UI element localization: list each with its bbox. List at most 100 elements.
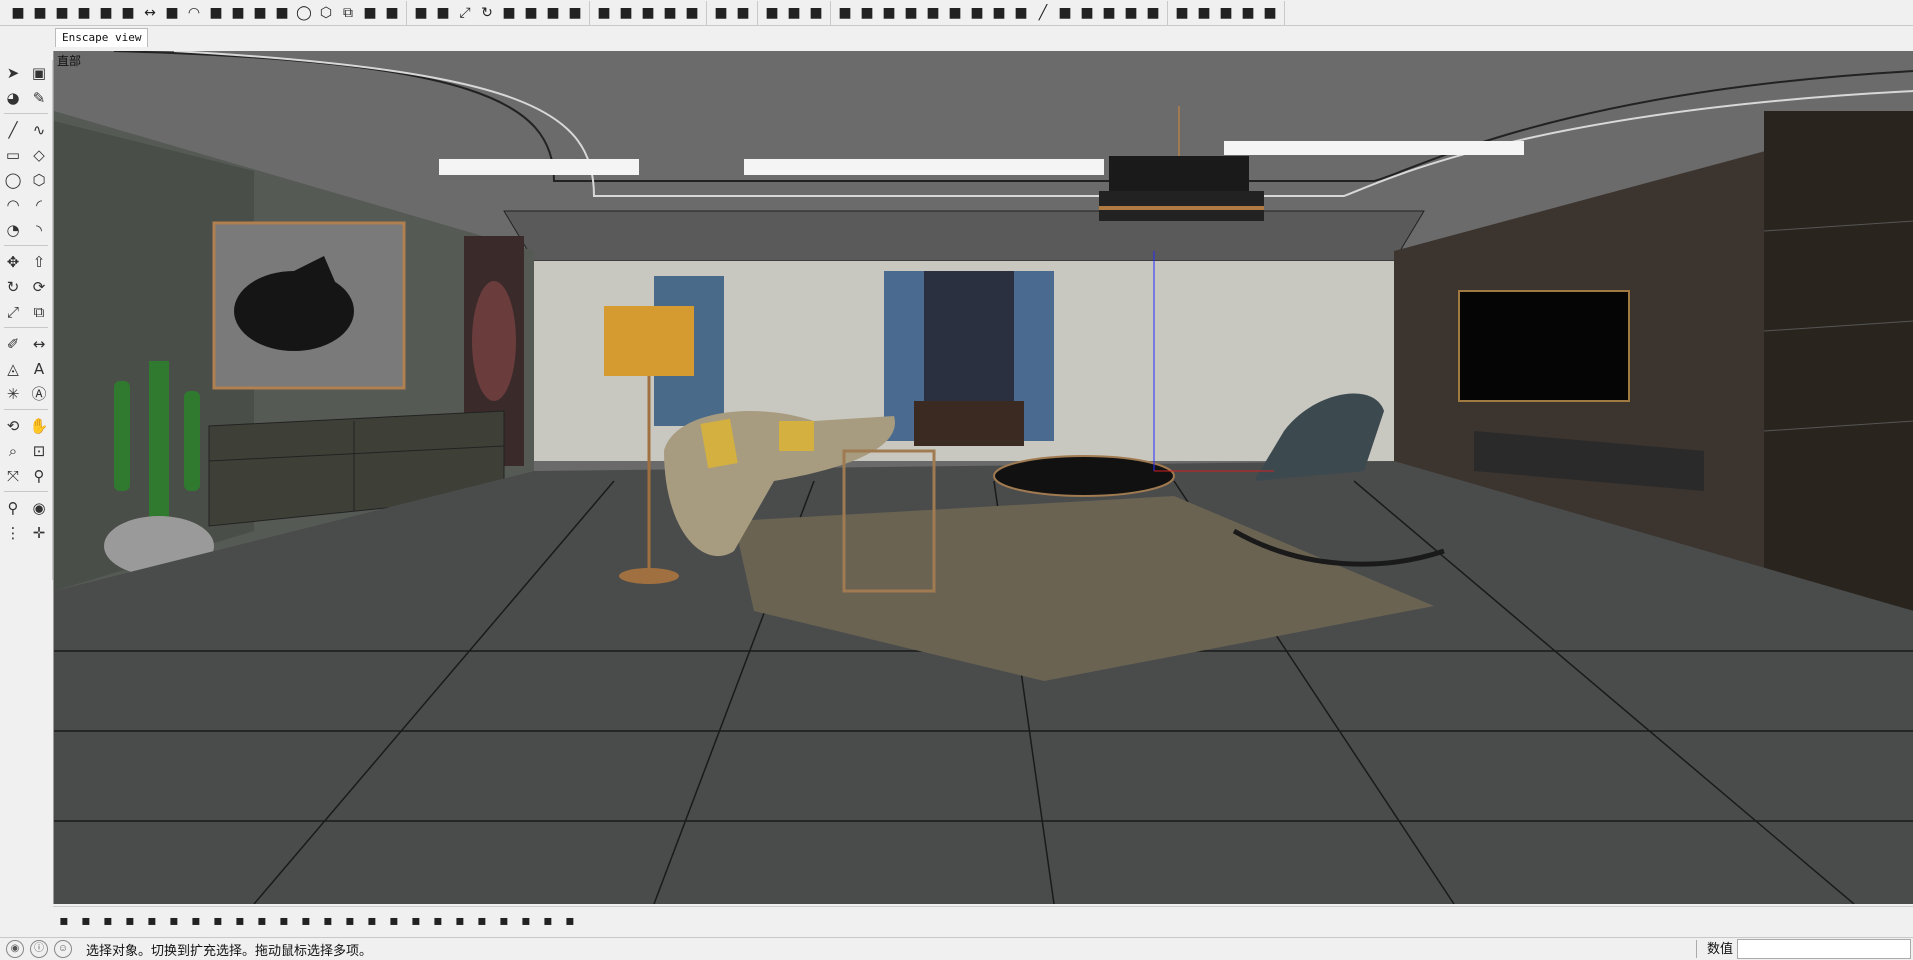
list-icon[interactable]: ▪ (318, 911, 338, 931)
expand-icon[interactable]: ■ (1172, 3, 1192, 23)
eraser-icon[interactable]: ✎ (28, 87, 50, 109)
grid-icon[interactable]: ■ (382, 3, 402, 23)
curve-icon[interactable]: ■ (52, 3, 72, 23)
layers-icon[interactable]: ■ (8, 3, 28, 23)
offset-icon[interactable]: ⧉ (28, 301, 50, 323)
arc-icon[interactable]: ◠ (184, 3, 204, 23)
geo-location-icon[interactable]: ◉ (6, 940, 24, 958)
shape-icon[interactable]: ■ (360, 3, 380, 23)
dimension-icon[interactable]: ↔ (28, 333, 50, 355)
table-icon[interactable]: ■ (30, 3, 50, 23)
3dtext-icon[interactable]: Ⓐ (28, 383, 50, 405)
page-icon[interactable]: ■ (638, 3, 658, 23)
settings-icon[interactable]: ▪ (186, 911, 206, 931)
plugin-icon[interactable]: ■ (96, 3, 116, 23)
move-icon[interactable]: ✥ (2, 251, 24, 273)
pie-icon[interactable]: ◔ (2, 219, 24, 241)
push-icon[interactable]: ■ (411, 3, 431, 23)
triangle-icon[interactable]: ■ (594, 3, 614, 23)
connect-icon[interactable]: ■ (806, 3, 826, 23)
views-icon[interactable]: ▪ (362, 911, 382, 931)
pushpull-icon[interactable]: ⇧ (28, 251, 50, 273)
render-start-icon[interactable]: ▪ (54, 911, 74, 931)
leafs-icon[interactable]: ■ (1238, 3, 1258, 23)
cluster-icon[interactable]: ■ (1055, 3, 1075, 23)
panel2-icon[interactable]: ▪ (538, 911, 558, 931)
panel-icon[interactable]: ▪ (516, 911, 536, 931)
paint-icon[interactable]: ◕ (2, 87, 24, 109)
arc3-icon[interactable]: ◝ (28, 219, 50, 241)
sliders-icon[interactable]: ▪ (252, 911, 272, 931)
arc2-icon[interactable]: ◜ (28, 194, 50, 216)
text-icon[interactable]: A (28, 358, 50, 380)
axes-icon[interactable]: ✳ (2, 383, 24, 405)
shield-gold-icon[interactable]: ▪ (208, 911, 228, 931)
search-icon[interactable]: ⚲ (28, 465, 50, 487)
pencil-icon[interactable]: ■ (162, 3, 182, 23)
views5-icon[interactable]: ▪ (450, 911, 470, 931)
link-icon[interactable]: ■ (967, 3, 987, 23)
freehand-icon[interactable]: ∿ (28, 119, 50, 141)
capture-icon[interactable]: ▪ (142, 911, 162, 931)
rotate-icon[interactable]: ↻ (2, 276, 24, 298)
scale-icon[interactable]: ⤢ (2, 301, 24, 323)
position-camera-icon[interactable]: ✛ (28, 522, 50, 544)
orbit-icon[interactable]: ⟲ (2, 415, 24, 437)
refresh-icon[interactable]: ▪ (76, 911, 96, 931)
cloud-icon[interactable]: ■ (1099, 3, 1119, 23)
3d-viewport[interactable]: 直部 (53, 51, 1913, 904)
footprint-icon[interactable]: ⋮ (2, 522, 24, 544)
star-icon[interactable]: ■ (901, 3, 921, 23)
leaf-icon[interactable]: ■ (835, 3, 855, 23)
ruler-icon[interactable]: ■ (118, 3, 138, 23)
collapse-icon[interactable]: ■ (1194, 3, 1214, 23)
save-icon[interactable]: ■ (733, 3, 753, 23)
walk-icon[interactable]: ⚲ (2, 497, 24, 519)
look-icon[interactable]: ◉ (28, 497, 50, 519)
rotate-icon[interactable]: ↻ (477, 3, 497, 23)
array-icon[interactable]: ■ (543, 3, 563, 23)
scene-render[interactable] (54, 51, 1913, 904)
circle-icon[interactable]: ◯ (2, 169, 24, 191)
spin-icon[interactable]: ■ (1143, 3, 1163, 23)
audio-icon[interactable]: ▪ (164, 911, 184, 931)
zoom-extents-icon[interactable]: ⤧ (2, 465, 24, 487)
line-icon[interactable]: ╱ (1033, 3, 1053, 23)
gauge-icon[interactable]: ■ (989, 3, 1009, 23)
views3-icon[interactable]: ▪ (406, 911, 426, 931)
gear-icon[interactable]: ■ (1077, 3, 1097, 23)
component-icon[interactable]: ▣ (28, 62, 50, 84)
bars-icon[interactable]: ■ (74, 3, 94, 23)
bezier-icon[interactable]: ■ (206, 3, 226, 23)
gear-blue-icon[interactable]: ▪ (230, 911, 250, 931)
spiral-icon[interactable]: ■ (250, 3, 270, 23)
protractor-icon[interactable]: ◬ (2, 358, 24, 380)
polygon-icon[interactable]: ⬡ (28, 169, 50, 191)
sync-icon[interactable]: ▪ (120, 911, 140, 931)
tab-enscape-view[interactable]: Enscape view (55, 28, 149, 47)
vortex-icon[interactable]: ■ (1216, 3, 1236, 23)
follow-icon[interactable]: ■ (433, 3, 453, 23)
panel3-icon[interactable]: ▪ (560, 911, 580, 931)
rect-icon[interactable]: ▭ (2, 144, 24, 166)
disc-icon[interactable]: ■ (1011, 3, 1031, 23)
shield-icon[interactable]: ■ (857, 3, 877, 23)
doc-icon[interactable]: ■ (879, 3, 899, 23)
rectangle-icon[interactable]: ■ (272, 3, 292, 23)
zoom-icon[interactable]: ⌕ (2, 440, 24, 462)
camera-icon[interactable]: ■ (711, 3, 731, 23)
mirror-icon[interactable]: ■ (521, 3, 541, 23)
select-icon[interactable]: ➤ (2, 62, 24, 84)
brush-icon[interactable]: ■ (682, 3, 702, 23)
check-icon[interactable]: ■ (784, 3, 804, 23)
dots-icon[interactable]: ■ (616, 3, 636, 23)
blade-icon[interactable]: ■ (1121, 3, 1141, 23)
measurements-input[interactable] (1737, 939, 1911, 959)
pen-icon[interactable]: ■ (660, 3, 680, 23)
asset-icon[interactable]: ▪ (98, 911, 118, 931)
user-icon[interactable]: ☺ (54, 940, 72, 958)
views7-icon[interactable]: ▪ (494, 911, 514, 931)
arc-icon[interactable]: ◠ (2, 194, 24, 216)
views4-icon[interactable]: ▪ (428, 911, 448, 931)
tape-icon[interactable]: ✐ (2, 333, 24, 355)
